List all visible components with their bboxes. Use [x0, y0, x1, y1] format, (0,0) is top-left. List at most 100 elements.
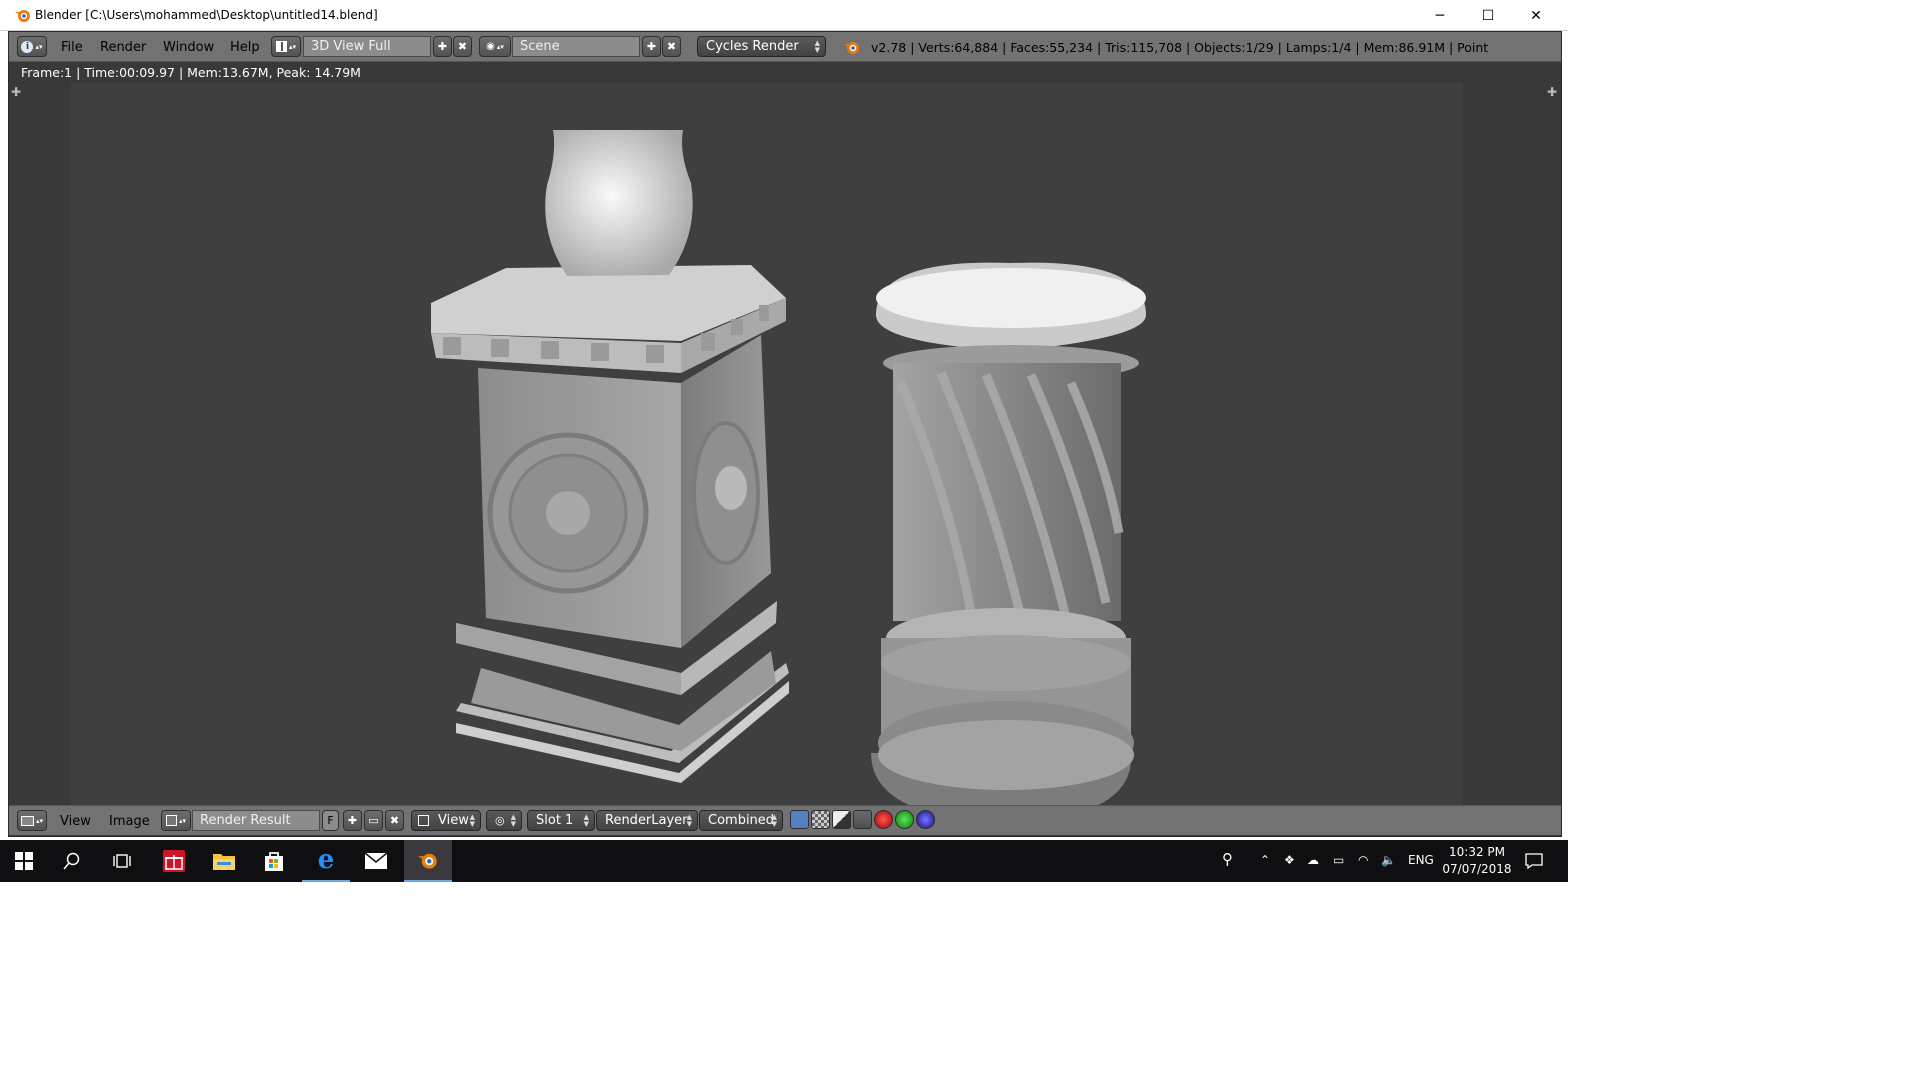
render-info-text: Frame:1 | Time:00:09.97 | Mem:13.67M, Pe…: [21, 65, 361, 80]
view-mode-select[interactable]: View ▲ ▼: [411, 810, 481, 831]
fake-user-toggle[interactable]: F: [322, 810, 339, 831]
new-image-icon[interactable]: ✚: [343, 810, 362, 831]
clock-time: 10:32 PM: [1449, 845, 1505, 859]
volume-icon[interactable]: 🔈: [1381, 853, 1396, 867]
close-button[interactable]: ✕: [1512, 0, 1560, 31]
blender-logo-icon: [844, 42, 859, 54]
image-browse-button[interactable]: ▴▾: [161, 810, 191, 831]
mail-icon: [364, 852, 388, 869]
chevron-updown-icon: ▲ ▼: [469, 813, 475, 828]
image-editor-icon: [20, 815, 34, 826]
scene-name-field[interactable]: Scene: [512, 36, 640, 57]
slot-label: Slot 1: [536, 813, 574, 828]
task-view-icon: [113, 854, 131, 868]
scene-icon: ◉: [486, 41, 495, 52]
delete-screen-icon[interactable]: ✖: [453, 36, 472, 57]
layout-grid-icon: [275, 41, 287, 52]
clock[interactable]: 10:32 PM 07/07/2018: [1440, 844, 1514, 878]
view-mode-label: View: [438, 813, 469, 828]
menu-image[interactable]: Image: [109, 814, 150, 829]
gift-app-button[interactable]: [150, 840, 198, 882]
image-name-field[interactable]: Render Result: [192, 810, 320, 831]
editor-type-button[interactable]: ▴▾: [17, 810, 47, 831]
open-image-folder-icon[interactable]: ▭: [364, 810, 383, 831]
show-hidden-icons-chevron-icon[interactable]: ⌃: [1260, 853, 1270, 867]
add-screen-icon[interactable]: ✚: [433, 36, 452, 57]
task-view-button[interactable]: [98, 840, 146, 882]
slot-select[interactable]: Slot 1 ▲ ▼: [527, 810, 595, 831]
chevron-updown-icon: ▲ ▼: [510, 813, 516, 828]
store-button[interactable]: [250, 840, 298, 882]
start-button[interactable]: [0, 840, 48, 882]
wifi-icon[interactable]: ◠: [1358, 853, 1368, 867]
add-scene-icon[interactable]: ✚: [642, 36, 661, 57]
draw-channels-color-icon[interactable]: [790, 810, 809, 829]
blender-taskbar-button[interactable]: [404, 840, 452, 882]
delete-scene-icon[interactable]: ✖: [662, 36, 681, 57]
screen-layout-name-field[interactable]: 3D View Full: [303, 36, 431, 57]
image-icon: [165, 815, 177, 826]
pivot-select[interactable]: ◎ ▲ ▼: [486, 810, 522, 831]
dropbox-icon[interactable]: ❖: [1284, 853, 1295, 867]
clock-date: 07/07/2018: [1442, 862, 1512, 876]
edge-icon: e: [317, 845, 335, 875]
blue-channel-icon[interactable]: [916, 810, 935, 829]
search-icon: [63, 852, 80, 870]
info-icon: i: [21, 40, 34, 53]
people-icon[interactable]: ⚲: [1222, 850, 1233, 868]
render-pass-select[interactable]: Combined ▲ ▼: [699, 810, 783, 831]
file-explorer-button[interactable]: [200, 840, 248, 882]
draw-channels-alpha-icon[interactable]: [811, 810, 830, 829]
chevron-updown-icon: ▴▾: [178, 816, 187, 825]
menu-render[interactable]: Render: [100, 40, 146, 55]
chevron-updown-icon: ▲ ▼: [583, 813, 589, 828]
info-header: i ▴▾ File Render Window Help ▴▾ 3D View …: [9, 32, 1561, 62]
draw-channels-z-icon[interactable]: [832, 810, 851, 829]
area-corner-icon[interactable]: ✚: [1547, 85, 1557, 99]
view-mode-icon: [418, 815, 429, 826]
chevron-updown-icon: ▴▾: [35, 42, 43, 51]
blender-logo-icon: [418, 853, 437, 869]
blender-logo-icon: [15, 10, 30, 22]
gift-icon: [163, 850, 185, 872]
draw-channels-rgb-icon[interactable]: [853, 810, 872, 829]
maximize-button[interactable]: ☐: [1464, 0, 1512, 31]
menu-file[interactable]: File: [61, 40, 83, 55]
chevron-updown-icon: ▴▾: [496, 42, 504, 51]
search-button[interactable]: [48, 840, 96, 882]
render-pass-label: Combined: [708, 813, 775, 828]
image-editor-header: ▴▾ View Image ▴▾ Render Result F ✚ ▭ ✖ V…: [9, 805, 1561, 835]
store-bag-icon: [265, 852, 283, 871]
chevron-updown-icon: ▲ ▼: [771, 813, 777, 828]
windows-taskbar: e ⚲ ⌃ ❖ ☁ ▭ ◠ 🔈 ENG 10:32 PM 07/07/2018: [0, 840, 1568, 882]
render-layer-label: RenderLayer: [605, 813, 688, 828]
input-language[interactable]: ENG: [1408, 853, 1434, 867]
render-result-canvas[interactable]: [71, 83, 1463, 823]
unlink-image-icon[interactable]: ✖: [385, 810, 404, 831]
menu-view[interactable]: View: [60, 814, 91, 829]
onedrive-cloud-icon[interactable]: ☁: [1307, 853, 1319, 867]
image-editor: ✚ ✚ Frame:1 | Time:00:09.97 | Mem:13.67M…: [9, 63, 1561, 823]
red-channel-icon[interactable]: [874, 810, 893, 829]
screen-layout-browse-button[interactable]: ▴▾: [271, 36, 301, 57]
chevron-updown-icon: ▲ ▼: [814, 39, 820, 54]
render-engine-label: Cycles Render: [706, 39, 799, 54]
area-corner-icon[interactable]: ✚: [11, 85, 21, 99]
action-center-button[interactable]: [1512, 840, 1556, 882]
minimize-button[interactable]: ─: [1416, 0, 1464, 31]
chevron-updown-icon: ▴▾: [288, 42, 297, 51]
pivot-icon: ◎: [495, 814, 505, 827]
scene-browse-button[interactable]: ◉ ▴▾: [479, 36, 511, 57]
battery-icon[interactable]: ▭: [1333, 853, 1344, 867]
green-channel-icon[interactable]: [895, 810, 914, 829]
mail-button[interactable]: [352, 840, 400, 882]
editor-type-info-button[interactable]: i ▴▾: [17, 36, 47, 57]
menu-help[interactable]: Help: [230, 40, 260, 55]
blender-window: Blender [C:\Users\mohammed\Desktop\untit…: [0, 0, 1568, 882]
folder-icon: [213, 854, 235, 870]
menu-window[interactable]: Window: [163, 40, 214, 55]
windows-logo-icon: [15, 852, 33, 870]
edge-browser-button[interactable]: e: [302, 840, 350, 882]
render-engine-select[interactable]: Cycles Render ▲ ▼: [697, 36, 826, 57]
render-layer-select[interactable]: RenderLayer ▲ ▼: [596, 810, 698, 831]
